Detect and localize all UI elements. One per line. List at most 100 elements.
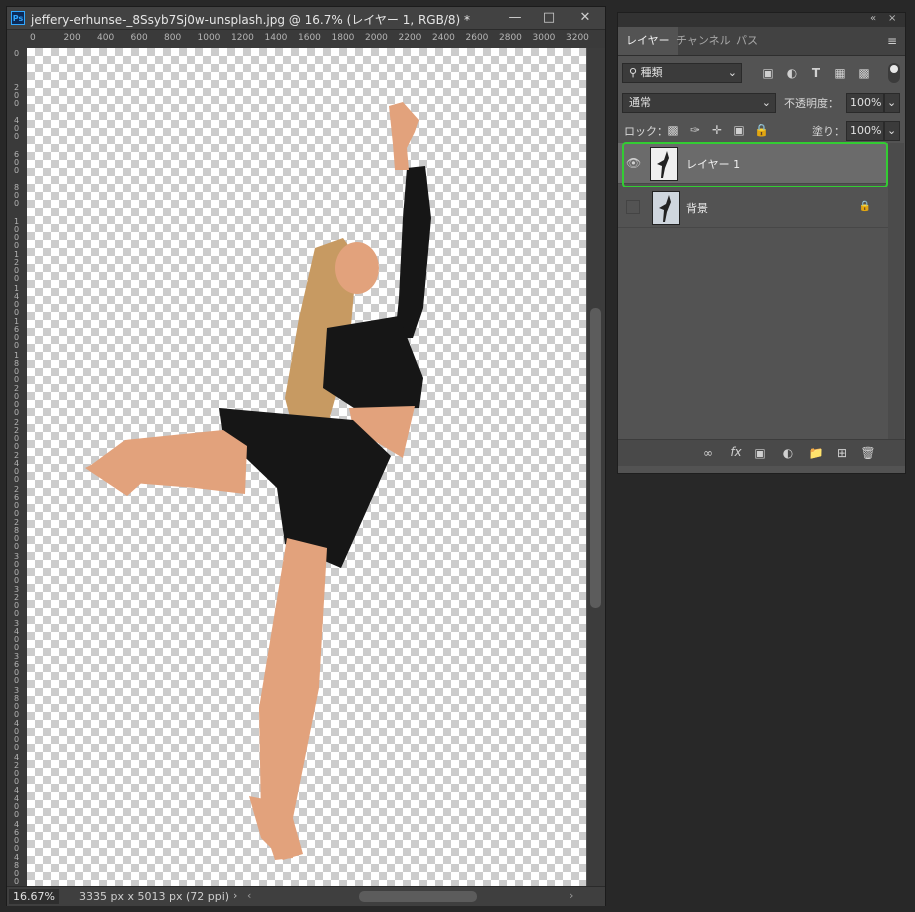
ruler-tick-label: 2000 — [365, 33, 388, 43]
fill-input[interactable]: 100% — [846, 121, 884, 141]
ruler-tick-label: 1400 — [264, 33, 288, 43]
ruler-tick-label: 3 6 0 0 — [14, 652, 20, 685]
ruler-tick-label: 2600 — [465, 33, 489, 43]
new-layer-icon[interactable]: ⊞ — [834, 445, 850, 461]
ruler-tick-label: 3000 — [532, 33, 556, 43]
delete-trash-icon[interactable]: 🗑 — [860, 445, 876, 461]
fill-dropdown-icon[interactable]: ⌄ — [884, 121, 900, 141]
ruler-horizontal[interactable]: 0 200 400 600 800 1000 1200 1400 1600 1800 2000 220… — [27, 30, 605, 49]
ruler-tick-label: 3 8 0 0 — [14, 685, 20, 719]
ruler-corner — [7, 30, 27, 48]
selection-highlight — [622, 142, 888, 188]
ruler-tick-label: 1 4 0 0 — [14, 283, 20, 317]
ruler-tick-label: 2 4 0 0 — [14, 451, 20, 484]
ruler-tick-label: 1 6 0 0 — [14, 317, 20, 350]
layer-filter-select[interactable]: ⚲ 種類 ⌄ — [622, 63, 742, 83]
ruler-tick-label: 600 — [130, 33, 148, 43]
ruler-tick-label: 3 4 0 0 — [14, 618, 20, 652]
add-mask-icon[interactable]: ▣ — [752, 445, 768, 461]
ruler-tick-label: 2800 — [499, 33, 522, 43]
pixel-filter-icon[interactable]: ▣ — [760, 65, 776, 81]
ruler-tick-label: 1000 — [197, 33, 221, 43]
chevron-right-icon[interactable]: › — [233, 889, 237, 902]
close-icon[interactable]: ✕ — [571, 9, 599, 27]
adjustment-layer-icon[interactable]: ◐ — [780, 445, 796, 461]
ruler-tick-label: 4 4 0 0 — [14, 786, 20, 819]
document-size: 3335 px x 5013 px (72 ppi) — [79, 890, 230, 903]
visibility-toggle-off[interactable] — [626, 200, 640, 214]
horizontal-scrollbar[interactable]: ‹ › — [247, 889, 577, 903]
layer-thumbnail — [652, 191, 680, 225]
scroll-right-icon[interactable]: › — [569, 889, 573, 902]
ruler-tick-label: 2 2 0 0 — [14, 417, 20, 451]
close-panel-icon[interactable]: × — [888, 13, 896, 24]
ruler-vertical[interactable]: 0 2 0 0 4 0 0 6 0 0 8 0 0 1 0 0 01 2 0 01 4 0… — [7, 48, 28, 886]
lock-pixels-brush-icon[interactable]: ✑ — [688, 122, 702, 138]
ruler-tick-label: 2 8 0 0 — [14, 518, 20, 551]
layers-scrollbar[interactable] — [888, 143, 904, 439]
ruler-tick-label: 400 — [97, 33, 115, 43]
ruler-tick-label: 3 2 0 0 — [14, 585, 20, 618]
ruler-tick-label: 0 — [30, 33, 36, 43]
panel-header-bar[interactable]: « × — [618, 13, 905, 27]
smart-object-filter-icon[interactable]: ▩ — [856, 65, 872, 81]
ruler-tick-label: 4 6 0 0 — [14, 819, 20, 853]
panel-menu-icon[interactable]: ≡ — [884, 33, 900, 49]
document-title-bar[interactable]: Ps jeffery-erhunse-_8Ssyb7Sj0w-unsplash.… — [7, 7, 605, 30]
lock-all-icon[interactable]: 🔒 — [754, 122, 769, 138]
layer-row-background[interactable]: 背景 🔒 — [618, 187, 888, 228]
chevron-down-icon: ⌄ — [727, 66, 737, 79]
ruler-tick-label: 3 0 0 0 — [14, 551, 20, 585]
lock-icon: 🔒 — [858, 201, 872, 212]
zoom-level-field[interactable]: 16.67% — [9, 889, 59, 904]
filter-toggle-knob — [890, 65, 898, 73]
filter-toggle[interactable] — [888, 63, 900, 83]
ruler-tick-label: 1600 — [298, 33, 321, 43]
lock-transparent-icon[interactable]: ▩ — [666, 122, 680, 138]
opacity-input[interactable]: 100% — [846, 93, 884, 113]
vertical-scroll-thumb[interactable] — [590, 308, 601, 608]
document-window: Ps jeffery-erhunse-_8Ssyb7Sj0w-unsplash.… — [6, 6, 606, 906]
ruler-tick-label: 4 2 0 0 — [14, 752, 20, 786]
ruler-tick-label: 6 0 0 — [14, 149, 20, 175]
panel-footer: ∞ fx ▣ ◐ 📁 ⊞ 🗑 — [618, 439, 905, 466]
tab-paths[interactable]: パス — [728, 27, 766, 55]
layer-name[interactable]: 背景 — [686, 200, 708, 216]
chevron-down-icon: ⌄ — [761, 96, 771, 109]
ruler-tick-label: 4 8 0 0 — [14, 853, 20, 886]
document-title: jeffery-erhunse-_8Ssyb7Sj0w-unsplash.jpg… — [31, 13, 471, 27]
ruler-tick-label: 1800 — [331, 33, 355, 43]
layers-panel: « × レイヤー チャンネル パス ≡ ⚲ 種類 ⌄ ▣ ◐ T ▦ ▩ 通常 … — [617, 12, 906, 474]
ruler-tick-label: 2400 — [432, 33, 455, 43]
horizontal-scroll-thumb[interactable] — [359, 891, 477, 902]
adjustment-filter-icon[interactable]: ◐ — [784, 65, 800, 81]
ruler-tick-label: 8 0 0 — [14, 183, 20, 208]
filter-kind-label: 種類 — [640, 66, 663, 79]
collapse-panel-icon[interactable]: « — [870, 13, 876, 24]
maximize-icon[interactable]: □ — [535, 9, 563, 27]
opacity-dropdown-icon[interactable]: ⌄ — [884, 93, 900, 113]
fx-icon[interactable]: fx — [726, 444, 746, 460]
lock-position-move-icon[interactable]: ✛ — [710, 122, 724, 138]
new-group-folder-icon[interactable]: 📁 — [808, 445, 824, 461]
ruler-tick-label: 1 8 0 0 — [14, 350, 20, 384]
ruler-tick-label: 3200 — [566, 33, 589, 43]
shape-filter-icon[interactable]: ▦ — [832, 65, 848, 81]
lock-artboard-icon[interactable]: ▣ — [732, 122, 746, 138]
ruler-tick-label: 4 0 0 — [14, 116, 20, 141]
panel-tabs: レイヤー チャンネル パス ≡ — [618, 27, 905, 56]
type-filter-icon[interactable]: T — [808, 65, 824, 81]
ruler-tick-label: 200 — [63, 33, 81, 43]
minimize-icon[interactable]: — — [501, 9, 529, 27]
ruler-tick-label: 2200 — [398, 33, 422, 43]
vertical-scrollbar[interactable] — [587, 48, 605, 886]
scroll-left-icon[interactable]: ‹ — [247, 889, 251, 902]
blend-mode-select[interactable]: 通常 ⌄ — [622, 93, 776, 113]
ruler-tick-label: 1200 — [231, 33, 254, 43]
photoshop-icon: Ps — [11, 11, 25, 25]
ruler-tick-label: 800 — [164, 33, 182, 43]
ruler-tick-label: 2 6 0 0 — [14, 484, 20, 518]
link-layers-icon[interactable]: ∞ — [700, 445, 716, 461]
canvas-area[interactable] — [27, 48, 587, 886]
dancer-cutout-image — [85, 102, 431, 860]
